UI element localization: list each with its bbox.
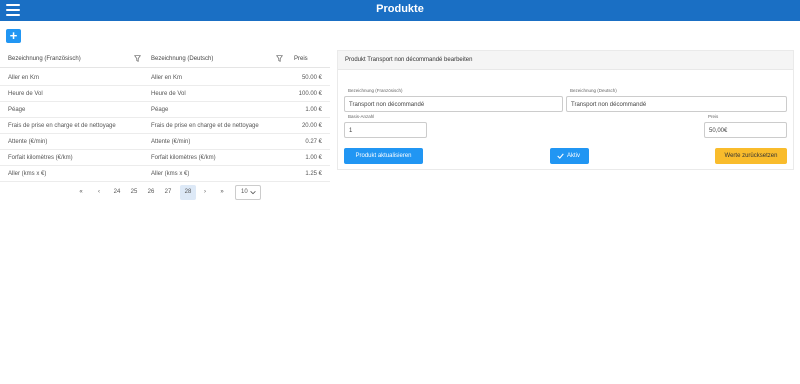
page-size-select[interactable]: 10 [235, 185, 261, 200]
cell-german: Heure de Vol [151, 91, 186, 97]
cell-french: Attente (€/min) [8, 139, 48, 145]
table-row[interactable]: Péage Péage 1.00 € [0, 102, 330, 118]
base-quantity-input[interactable]: 1 [344, 122, 427, 138]
price-input[interactable]: 50,00€ [704, 122, 787, 138]
table-row[interactable]: Attente (€/min) Attente (€/min) 0.27 € [0, 134, 330, 150]
page-button[interactable]: 27 [162, 185, 174, 200]
top-app-bar: Produkte [0, 0, 800, 21]
check-icon [557, 153, 564, 159]
table-row[interactable]: Heure de Vol Heure de Vol 100.00 € [0, 86, 330, 102]
update-product-button[interactable]: Produkt aktualisieren [344, 148, 423, 164]
table-row[interactable]: Frais de prise en charge et de nettoyage… [0, 118, 330, 134]
table-header: Bezeichnung (Französisch) Bezeichnung (D… [0, 50, 330, 68]
cell-german: Péage [151, 107, 169, 113]
cell-price: 20.00 € [301, 123, 322, 129]
cell-german: Aller en Km [151, 75, 183, 81]
page-button[interactable]: 26 [145, 185, 157, 200]
page-button[interactable]: 24 [111, 185, 123, 200]
label-base-quantity: Basis-Anzahl [348, 114, 375, 119]
cell-german: Attente (€/min) [151, 139, 191, 145]
label-price: Preis [708, 114, 719, 119]
page-button[interactable]: 25 [128, 185, 140, 200]
table-row[interactable]: Aller en Km Aller en Km 50.00 € [0, 70, 330, 86]
cell-price: 0.27 € [305, 139, 322, 145]
active-label: Aktiv [567, 153, 581, 159]
page-size-value: 10 [241, 189, 248, 195]
edit-product-panel: Produkt Transport non décommandé bearbei… [337, 50, 794, 170]
panel-title: Produkt Transport non décommandé bearbei… [338, 51, 793, 70]
label-french: Bezeichnung (Französisch) [348, 88, 403, 93]
cell-german: Forfait kilomètres (€/km) [151, 155, 216, 161]
french-name-input[interactable]: Transport non décommandé [344, 96, 563, 112]
previous-page-button[interactable]: ‹ [94, 185, 104, 200]
table-row[interactable]: Forfait kilomètres (€/km) Forfait kilomè… [0, 150, 330, 166]
cell-price: 1.00 € [305, 155, 322, 161]
chevron-down-icon [250, 191, 256, 195]
pagination: « ‹ 24 25 26 27 28 › » 10 [0, 185, 330, 201]
cell-french: Frais de prise en charge et de nettoyage [8, 123, 116, 129]
page-title: Produkte [376, 3, 424, 15]
cell-price: 1.00 € [305, 107, 322, 113]
last-page-button[interactable]: » [216, 185, 228, 200]
first-page-button[interactable]: « [76, 185, 86, 200]
cell-price: 50.00 € [301, 75, 322, 81]
cell-french: Aller en Km [8, 75, 40, 81]
cell-german: Frais de prise en charge et de nettoyage [151, 123, 259, 129]
active-toggle-button[interactable]: Aktiv [550, 148, 589, 164]
reset-values-button[interactable]: Werte zurücksetzen [715, 148, 787, 164]
german-name-input[interactable]: Transport non décommandé [566, 96, 787, 112]
add-product-button[interactable]: + [6, 29, 21, 43]
table-row[interactable]: Aller (kms x €) Aller (kms x €) 1.25 € [0, 166, 330, 182]
label-german: Bezeichnung (Deutsch) [570, 88, 617, 93]
filter-icon[interactable] [134, 55, 141, 62]
next-page-button[interactable]: › [200, 185, 210, 200]
cell-french: Forfait kilomètres (€/km) [8, 155, 73, 161]
column-header-french[interactable]: Bezeichnung (Französisch) [8, 56, 81, 62]
cell-german: Aller (kms x €) [151, 171, 190, 177]
filter-icon[interactable] [276, 55, 283, 62]
products-table: Bezeichnung (Französisch) Bezeichnung (D… [0, 50, 330, 205]
cell-price: 100.00 € [298, 91, 322, 97]
cell-price: 1.25 € [305, 171, 322, 177]
cell-french: Heure de Vol [8, 91, 43, 97]
cell-french: Aller (kms x €) [8, 171, 47, 177]
cell-french: Péage [8, 107, 26, 113]
column-header-german[interactable]: Bezeichnung (Deutsch) [151, 56, 213, 62]
page-button-active[interactable]: 28 [180, 185, 196, 200]
column-header-price[interactable]: Preis [294, 56, 308, 62]
